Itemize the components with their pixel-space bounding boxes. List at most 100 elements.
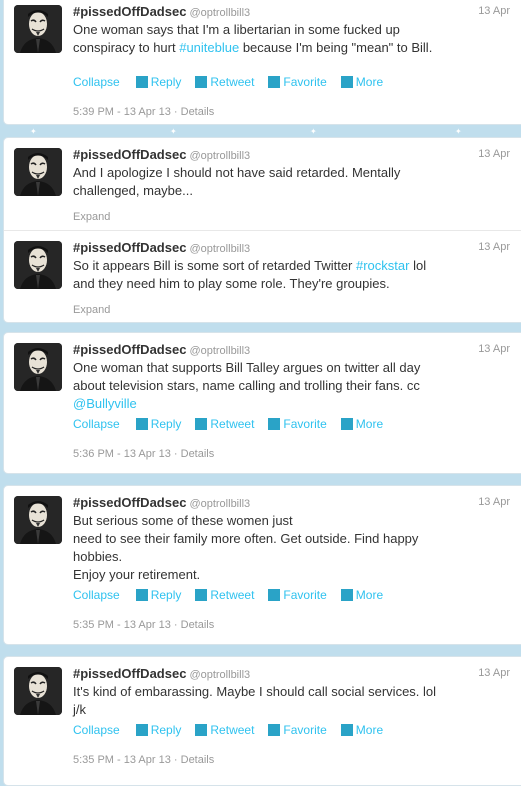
tweet-text: One woman that supports Bill Talley argu… bbox=[73, 359, 473, 413]
retweet-button[interactable]: Retweet bbox=[195, 75, 254, 89]
tweet-date[interactable]: 13 Apr bbox=[478, 667, 510, 679]
avatar[interactable] bbox=[14, 148, 62, 196]
tweet-meta: 5:35 PM - 13 Apr 13 · Details bbox=[73, 754, 214, 766]
expand-link[interactable]: Expand bbox=[73, 211, 110, 223]
text-segment: about television stars, name calling and… bbox=[73, 378, 420, 393]
tweet[interactable]: #pissedOffDadsec @optrollbill3 13 Apr One w… bbox=[4, 333, 521, 473]
tweet-header: #pissedOffDadsec @optrollbill3 bbox=[73, 239, 250, 257]
tweet-timestamp[interactable]: 5:36 PM - 13 Apr 13 bbox=[73, 448, 171, 460]
hashtag-link[interactable]: @Bullyville bbox=[73, 396, 137, 411]
more-icon bbox=[340, 418, 353, 430]
tweet[interactable]: #pissedOffDadsec @optrollbill3 13 Apr And I… bbox=[4, 138, 521, 230]
tweet-date[interactable]: 13 Apr bbox=[478, 5, 510, 17]
tweet-text: It's kind of embarassing. Maybe I should… bbox=[73, 683, 473, 719]
avatar[interactable] bbox=[14, 343, 62, 391]
retweet-label: Retweet bbox=[210, 588, 255, 602]
hashtag-link[interactable]: #rockstar bbox=[356, 258, 409, 273]
tweet-date[interactable]: 13 Apr bbox=[478, 241, 510, 253]
collapse-link[interactable]: Collapse bbox=[73, 588, 120, 602]
retweet-button[interactable]: Retweet bbox=[195, 723, 254, 737]
avatar[interactable] bbox=[14, 667, 62, 715]
tweet-timestamp[interactable]: 5:35 PM - 13 Apr 13 bbox=[73, 754, 171, 766]
author-name[interactable]: #pissedOffDadsec bbox=[73, 4, 186, 19]
author-handle[interactable]: @optrollbill3 bbox=[189, 498, 250, 510]
author-name[interactable]: #pissedOffDadsec bbox=[73, 495, 186, 510]
tweet-text: But serious some of these women just need… bbox=[73, 512, 473, 584]
author-handle[interactable]: @optrollbill3 bbox=[189, 243, 250, 255]
retweet-button[interactable]: Retweet bbox=[195, 588, 254, 602]
text-segment: lol bbox=[409, 258, 427, 273]
tweet-text-line: So it appears Bill is some sort of retar… bbox=[73, 257, 473, 275]
tweet-meta: 5:35 PM - 13 Apr 13 · Details bbox=[73, 619, 214, 631]
separator: · bbox=[170, 619, 181, 631]
collapse-link[interactable]: Collapse bbox=[73, 723, 120, 737]
tweet-timestamp[interactable]: 5:35 PM - 13 Apr 13 bbox=[73, 619, 171, 631]
hashtag-link[interactable]: #uniteblue bbox=[179, 40, 239, 55]
tweet[interactable]: #pissedOffDadsec @optrollbill3 13 Apr So it… bbox=[4, 230, 521, 322]
tweet[interactable]: #pissedOffDadsec @optrollbill3 13 Apr But s… bbox=[4, 486, 521, 644]
avatar[interactable] bbox=[14, 241, 62, 289]
more-button[interactable]: More bbox=[340, 75, 384, 89]
anonymous-mask-icon bbox=[14, 5, 62, 53]
tweet-date[interactable]: 13 Apr bbox=[478, 343, 510, 355]
tweet-date[interactable]: 13 Apr bbox=[478, 496, 510, 508]
author-name[interactable]: #pissedOffDadsec bbox=[73, 342, 186, 357]
details-link[interactable]: Details bbox=[181, 448, 215, 460]
author-handle[interactable]: @optrollbill3 bbox=[189, 669, 250, 681]
reply-label: Reply bbox=[150, 417, 182, 431]
tweet-date[interactable]: 13 Apr bbox=[478, 148, 510, 160]
author-name[interactable]: #pissedOffDadsec bbox=[73, 147, 186, 162]
tweet[interactable]: #pissedOffDadsec @optrollbill3 13 Apr It's … bbox=[4, 657, 521, 785]
avatar[interactable] bbox=[14, 5, 62, 53]
author-name[interactable]: #pissedOffDadsec bbox=[73, 666, 186, 681]
tweet-card: #pissedOffDadsec @optrollbill3 13 Apr One w… bbox=[3, 0, 521, 125]
sparkle-decoration: ✦ bbox=[310, 127, 317, 136]
expand-link[interactable]: Expand bbox=[73, 304, 110, 316]
favorite-button[interactable]: Favorite bbox=[268, 75, 327, 89]
more-button[interactable]: More bbox=[340, 723, 383, 737]
details-link[interactable]: Details bbox=[181, 106, 215, 118]
retweet-icon bbox=[195, 418, 208, 430]
details-link[interactable]: Details bbox=[181, 619, 215, 631]
tweet-header: #pissedOffDadsec @optrollbill3 bbox=[73, 665, 250, 683]
collapse-link[interactable]: Collapse bbox=[73, 417, 120, 431]
favorite-button[interactable]: Favorite bbox=[268, 417, 327, 431]
reply-button[interactable]: Reply bbox=[135, 723, 182, 737]
favorite-icon bbox=[268, 589, 281, 601]
tweet-card: #pissedOffDadsec @optrollbill3 13 Apr One w… bbox=[3, 332, 521, 474]
favorite-button[interactable]: Favorite bbox=[268, 588, 327, 602]
author-name[interactable]: #pissedOffDadsec bbox=[73, 240, 186, 255]
tweet[interactable]: #pissedOffDadsec @optrollbill3 13 Apr One w… bbox=[4, 0, 521, 124]
tweet-text: One woman says that I'm a libertarian in… bbox=[73, 21, 473, 57]
favorite-label: Favorite bbox=[283, 723, 327, 737]
tweet-actions: Collapse Reply Retweet Favorite More bbox=[73, 417, 397, 431]
text-segment: One woman says that I'm a libertarian in… bbox=[73, 22, 400, 37]
reply-button[interactable]: Reply bbox=[135, 75, 181, 89]
tweet-text-line: It's kind of embarassing. Maybe I should… bbox=[73, 683, 473, 701]
text-segment: Enjoy your retirement. bbox=[73, 567, 201, 582]
reply-button[interactable]: Reply bbox=[135, 417, 182, 431]
favorite-button[interactable]: Favorite bbox=[268, 723, 327, 737]
anonymous-mask-icon bbox=[14, 241, 62, 289]
anonymous-mask-icon bbox=[14, 343, 62, 391]
tweet-text-line: Enjoy your retirement. bbox=[73, 566, 473, 584]
reply-button[interactable]: Reply bbox=[135, 588, 181, 602]
more-button[interactable]: More bbox=[340, 588, 383, 602]
details-link[interactable]: Details bbox=[181, 754, 215, 766]
tweet-header: #pissedOffDadsec @optrollbill3 bbox=[73, 3, 250, 21]
retweet-button[interactable]: Retweet bbox=[195, 417, 254, 431]
tweet-text-line: hobbies. bbox=[73, 548, 473, 566]
tweet-text: So it appears Bill is some sort of retar… bbox=[73, 257, 473, 293]
author-handle[interactable]: @optrollbill3 bbox=[189, 150, 250, 162]
more-label: More bbox=[355, 417, 384, 431]
more-label: More bbox=[355, 75, 384, 89]
avatar[interactable] bbox=[14, 496, 62, 544]
collapse-link[interactable]: Collapse bbox=[73, 75, 120, 89]
author-handle[interactable]: @optrollbill3 bbox=[189, 345, 250, 357]
tweet-card: #pissedOffDadsec @optrollbill3 13 Apr And I… bbox=[3, 137, 521, 323]
reply-label: Reply bbox=[150, 723, 182, 737]
more-icon bbox=[340, 76, 353, 88]
more-button[interactable]: More bbox=[340, 417, 384, 431]
author-handle[interactable]: @optrollbill3 bbox=[189, 7, 250, 19]
tweet-timestamp[interactable]: 5:39 PM - 13 Apr 13 bbox=[73, 106, 171, 118]
